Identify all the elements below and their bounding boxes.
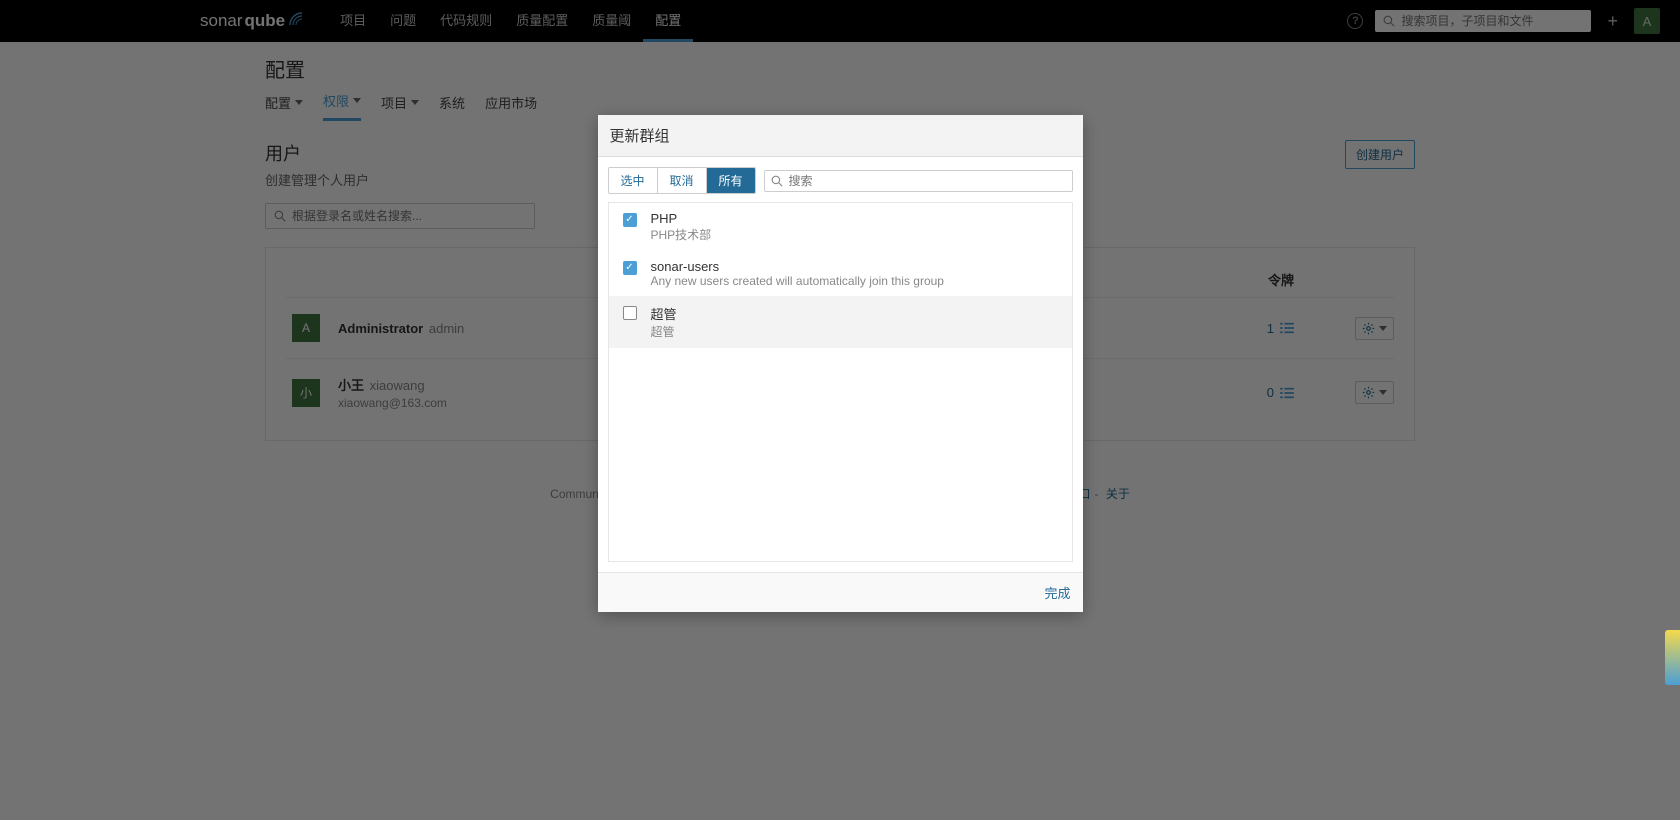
modal-overlay[interactable]: 更新群组 选中 取消 所有 PHP PHP技术部 [0,0,1680,820]
modal-tab-all[interactable]: 所有 [706,168,755,193]
group-checkbox[interactable] [623,213,637,227]
group-row[interactable]: PHP PHP技术部 [609,203,1072,251]
group-checkbox[interactable] [623,261,637,275]
group-name: sonar-users [651,259,944,274]
group-row[interactable]: sonar-users Any new users created will a… [609,251,1072,296]
modal-search-input[interactable] [789,174,1066,188]
group-list: PHP PHP技术部 sonar-users Any new users cre… [608,202,1073,562]
group-row[interactable]: 超管 超管 [609,296,1072,348]
group-desc: Any new users created will automatically… [651,274,944,288]
feedback-widget[interactable] [1665,630,1680,685]
search-icon [771,175,783,187]
group-desc: 超管 [651,323,677,340]
update-groups-modal: 更新群组 选中 取消 所有 PHP PHP技术部 [598,115,1083,612]
group-name: PHP [651,211,712,226]
modal-search[interactable] [764,170,1073,192]
group-name: 超管 [651,304,677,323]
modal-title: 更新群组 [598,115,1083,157]
modal-filter-tabs: 选中 取消 所有 [608,167,756,194]
modal-tab-deselected[interactable]: 取消 [657,168,706,193]
group-checkbox[interactable] [623,306,637,320]
modal-tab-selected[interactable]: 选中 [609,168,657,193]
modal-done-link[interactable]: 完成 [1044,586,1070,601]
group-desc: PHP技术部 [651,226,712,243]
